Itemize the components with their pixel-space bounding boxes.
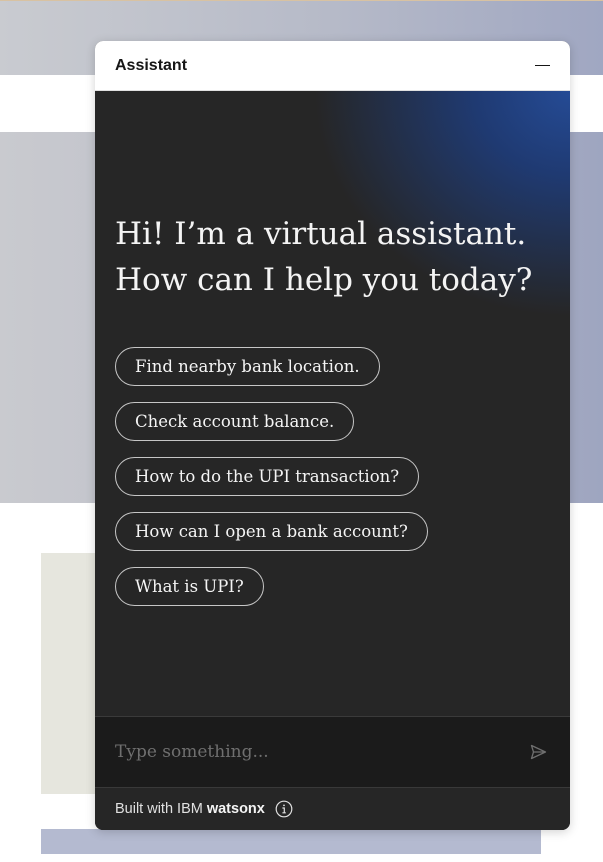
option-find-bank-location[interactable]: Find nearby bank location. <box>115 347 380 386</box>
minimize-button[interactable] <box>530 54 554 78</box>
page-bottom-strip <box>41 829 541 854</box>
footer-brand: watsonx <box>206 801 265 817</box>
assistant-header: Assistant <box>95 41 570 91</box>
message-input-bar <box>95 716 570 787</box>
option-upi-transaction[interactable]: How to do the UPI transaction? <box>115 457 420 496</box>
option-what-is-upi[interactable]: What is UPI? <box>115 567 264 606</box>
greeting-line-1: Hi! I’m a virtual assistant. <box>115 216 527 252</box>
option-check-balance[interactable]: Check account balance. <box>115 402 355 441</box>
assistant-body: Hi! I’m a virtual assistant. How can I h… <box>95 91 570 716</box>
footer-built-with: Built with IBM <box>115 801 203 817</box>
assistant-title: Assistant <box>115 56 188 74</box>
minimize-icon <box>534 64 550 67</box>
send-button[interactable] <box>526 740 550 764</box>
greeting-line-2: How can I help you today? <box>115 262 533 298</box>
assistant-footer: Built with IBM watsonx <box>95 787 570 830</box>
quick-reply-options: Find nearby bank location. Check account… <box>115 347 550 622</box>
info-icon <box>275 800 293 818</box>
assistant-widget: Assistant Hi! I’m a virtual assistant. H… <box>95 41 570 830</box>
send-icon <box>530 744 546 760</box>
greeting-message: Hi! I’m a virtual assistant. How can I h… <box>115 211 550 303</box>
message-input[interactable] <box>115 742 526 762</box>
info-button[interactable] <box>274 799 294 819</box>
option-open-account[interactable]: How can I open a bank account? <box>115 512 428 551</box>
